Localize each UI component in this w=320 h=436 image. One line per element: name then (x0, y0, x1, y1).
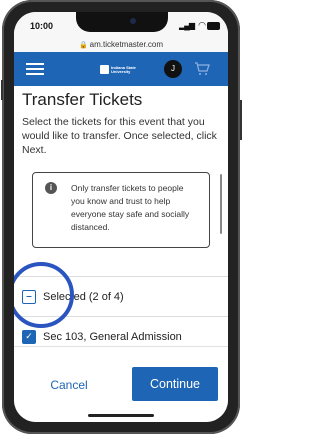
app-header: Indiana State University J (14, 52, 228, 86)
camera-icon (130, 18, 136, 24)
info-icon: i (45, 182, 57, 194)
side-button (240, 100, 242, 140)
battery-icon (207, 22, 220, 30)
menu-icon[interactable] (26, 63, 44, 75)
scrollbar[interactable] (220, 174, 222, 234)
page-title: Transfer Tickets (22, 90, 143, 109)
highlight-circle (14, 262, 74, 328)
ticket-label: Sec 103, General Admission (43, 331, 182, 343)
main-content: Transfer Tickets Select the tickets for … (14, 86, 228, 422)
side-button (1, 80, 3, 100)
url-text: am.ticketmaster.com (89, 40, 164, 49)
wifi-icon: ◠ (198, 20, 206, 30)
cancel-button[interactable]: Cancel (36, 371, 102, 399)
notch (76, 12, 168, 32)
logo-mark-icon (100, 65, 109, 74)
phone-screen: 10:00 ▂▄▆ ◠ 🔒 am.ticketmaster.com Indiana… (14, 12, 228, 422)
cart-icon[interactable] (194, 61, 210, 77)
status-bar: 10:00 ▂▄▆ ◠ (14, 12, 228, 38)
notice-text: Only transfer tickets to people you know… (71, 183, 190, 232)
university-logo[interactable]: Indiana State University (100, 64, 144, 75)
logo-line2: University (111, 68, 131, 74)
lock-icon: 🔒 (78, 42, 88, 49)
action-bar: Cancel Continue (14, 346, 228, 422)
home-indicator[interactable] (88, 414, 154, 417)
instructions-text: Select the tickets for this event that y… (22, 116, 217, 156)
avatar[interactable]: J (164, 60, 182, 78)
continue-button[interactable]: Continue (132, 367, 218, 401)
address-bar[interactable]: 🔒 am.ticketmaster.com (14, 38, 228, 52)
status-time: 10:00 (30, 21, 54, 31)
phone-frame: 10:00 ▂▄▆ ◠ 🔒 am.ticketmaster.com Indiana… (1, 0, 242, 434)
safety-notice: i Only transfer tickets to people you kn… (32, 172, 210, 248)
ticket-checkbox[interactable]: ✓ (22, 330, 36, 344)
signal-icon: ▂▄▆ (179, 21, 195, 30)
ticket-row[interactable]: ✓ Sec 103, General Admission (22, 327, 182, 347)
